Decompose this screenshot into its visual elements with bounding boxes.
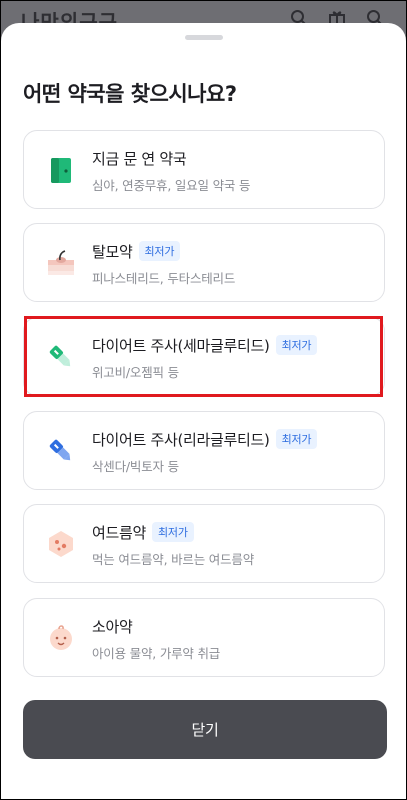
option-description: 위고비/오젬픽 등 <box>92 365 179 380</box>
option-name: 다이어트 주사(리라글루티드) <box>92 431 270 449</box>
green-injection-pen-icon <box>46 342 76 372</box>
baby-face-icon <box>46 623 76 653</box>
option-name-row: 다이어트 주사(리라글루티드) 최저가 <box>92 429 318 450</box>
screen-frame: 나만의구구 어떤 약국을 찾으시나요? 지금 문 연 약국 심야, 연중무휴, … <box>0 0 407 800</box>
option-name: 지금 문 연 약국 <box>92 150 187 168</box>
option-acne-medicine[interactable]: 여드름약 최저가 먹는 여드름약, 바르는 여드름약 <box>23 504 385 583</box>
option-name-row: 탈모약 최저가 <box>92 241 181 262</box>
lowest-price-badge: 최저가 <box>275 429 318 449</box>
option-description: 아이용 물약, 가루약 취급 <box>92 646 221 661</box>
lowest-price-badge: 최저가 <box>152 522 194 542</box>
option-pediatric-medicine[interactable]: 소아약 아이용 물약, 가루약 취급 <box>23 598 385 677</box>
option-name: 다이어트 주사(세마글루티드) <box>92 337 270 355</box>
option-diet-injection-semaglutide[interactable]: 다이어트 주사(세마글루티드) 최저가 위고비/오젬픽 등 <box>23 317 385 396</box>
acne-face-icon <box>46 529 76 559</box>
option-description: 먹는 여드름약, 바르는 여드름약 <box>92 552 254 567</box>
hair-scalp-icon <box>46 248 76 278</box>
option-description: 심야, 연중무휴, 일요일 약국 등 <box>92 178 251 193</box>
option-hair-loss[interactable]: 탈모약 최저가 피나스테리드, 두타스테리드 <box>23 223 385 302</box>
sheet-title: 어떤 약국을 찾으시나요? <box>23 82 237 106</box>
sheet-drag-handle[interactable] <box>185 35 223 40</box>
close-button[interactable]: 닫기 <box>23 700 387 759</box>
door-icon <box>46 155 76 185</box>
option-name-row: 다이어트 주사(세마글루티드) 최저가 <box>92 335 318 356</box>
option-description: 피나스테리드, 두타스테리드 <box>92 271 236 286</box>
option-name-row: 여드름약 최저가 <box>92 522 194 543</box>
option-name: 탈모약 <box>92 243 133 261</box>
option-name: 여드름약 <box>92 524 147 542</box>
option-diet-injection-liraglutide[interactable]: 다이어트 주사(리라글루티드) 최저가 삭센다/빅토자 등 <box>23 411 385 490</box>
lowest-price-badge: 최저가 <box>138 241 181 261</box>
blue-injection-pen-icon <box>46 436 76 466</box>
lowest-price-badge: 최저가 <box>275 335 318 355</box>
background-app-logo: 나만의구구 <box>21 10 118 24</box>
option-name: 소아약 <box>92 618 133 636</box>
pharmacy-type-bottom-sheet: 어떤 약국을 찾으시나요? 지금 문 연 약국 심야, 연중무휴, 일요일 약국… <box>1 23 406 799</box>
option-open-now-pharmacy[interactable]: 지금 문 연 약국 심야, 연중무휴, 일요일 약국 등 <box>23 130 385 209</box>
option-description: 삭센다/빅토자 등 <box>92 459 179 474</box>
